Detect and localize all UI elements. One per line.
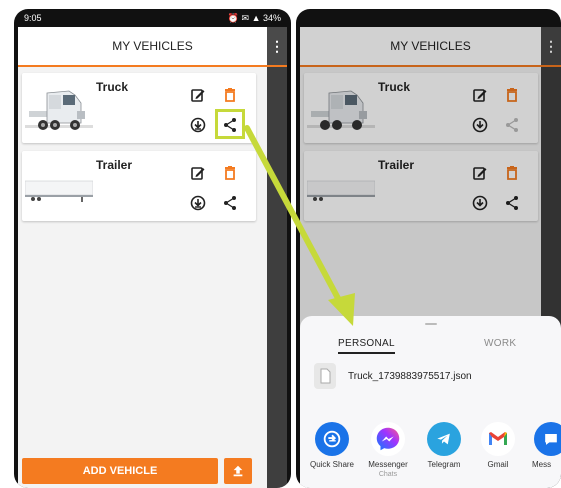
share-targets: Quick Share Messenger Chats Telegram Gma… (306, 422, 561, 482)
gmail-icon (481, 422, 515, 456)
share-target-telegram[interactable]: Telegram (418, 422, 470, 470)
sheet-drag-handle[interactable] (424, 323, 437, 325)
edit-icon[interactable] (190, 87, 206, 103)
telegram-icon (427, 422, 461, 456)
tab-work[interactable]: WORK (484, 338, 516, 349)
download-icon[interactable] (190, 195, 206, 211)
app-sublabel: Chats (378, 471, 398, 478)
delete-icon[interactable] (222, 165, 238, 181)
shared-file-row: Truck_1739883975517.json (314, 362, 553, 390)
share-target-messages[interactable]: Mess (526, 422, 561, 470)
messenger-icon (371, 422, 405, 456)
vehicle-card-trailer[interactable]: Trailer (22, 151, 256, 221)
tab-personal[interactable]: PERSONAL (338, 338, 395, 354)
left-phone-screenshot: 9:05 ⏰ ✉ ▲ 34% MY VEHICLES ⋮ Truck Trail… (14, 9, 291, 488)
trailer-image (24, 159, 94, 213)
share-icon[interactable] (222, 195, 238, 211)
status-bar: 9:05 ⏰ ✉ ▲ 34% (14, 9, 291, 27)
app-screen: MY VEHICLES ⋮ Truck Trailer ADD VEHICLE (18, 27, 287, 488)
truck-image (25, 81, 93, 135)
vehicle-name: Truck (96, 80, 129, 94)
app-label: Gmail (487, 460, 509, 469)
share-target-quick-share[interactable]: Quick Share (306, 422, 358, 470)
file-name: Truck_1739883975517.json (348, 370, 472, 382)
share-target-messenger[interactable]: Messenger Chats (362, 422, 414, 479)
file-icon (314, 363, 336, 389)
app-label: Quick Share (309, 460, 355, 469)
add-vehicle-button[interactable]: ADD VEHICLE (22, 458, 218, 484)
edit-icon[interactable] (190, 165, 206, 181)
share-sheet: PERSONAL WORK Truck_1739883975517.json Q… (300, 316, 561, 488)
status-icons: ⏰ ✉ ▲ 34% (227, 12, 281, 23)
download-icon[interactable] (190, 117, 206, 133)
overflow-menu-icon[interactable]: ⋮ (267, 27, 287, 65)
messages-icon (534, 422, 561, 456)
upload-icon (233, 465, 243, 477)
status-time: 9:05 (24, 13, 42, 23)
app-bar: MY VEHICLES ⋮ (18, 27, 287, 67)
app-screen-dimmed: MY VEHICLES ⋮ Truck Trailer PERSONAL WOR… (300, 27, 561, 488)
share-target-gmail[interactable]: Gmail (472, 422, 524, 470)
app-label: Mess (532, 460, 552, 469)
upload-button[interactable] (224, 458, 252, 484)
app-label: Messenger (368, 460, 408, 469)
app-label: Telegram (427, 460, 461, 469)
share-highlight (215, 109, 245, 139)
vehicle-name: Trailer (96, 158, 133, 172)
right-phone-screenshot: MY VEHICLES ⋮ Truck Trailer PERSONAL WOR… (296, 9, 561, 488)
delete-icon[interactable] (222, 87, 238, 103)
side-panel (267, 67, 287, 488)
page-title: MY VEHICLES (112, 39, 193, 53)
vehicle-card-truck[interactable]: Truck (22, 73, 256, 143)
quick-share-icon (315, 422, 349, 456)
